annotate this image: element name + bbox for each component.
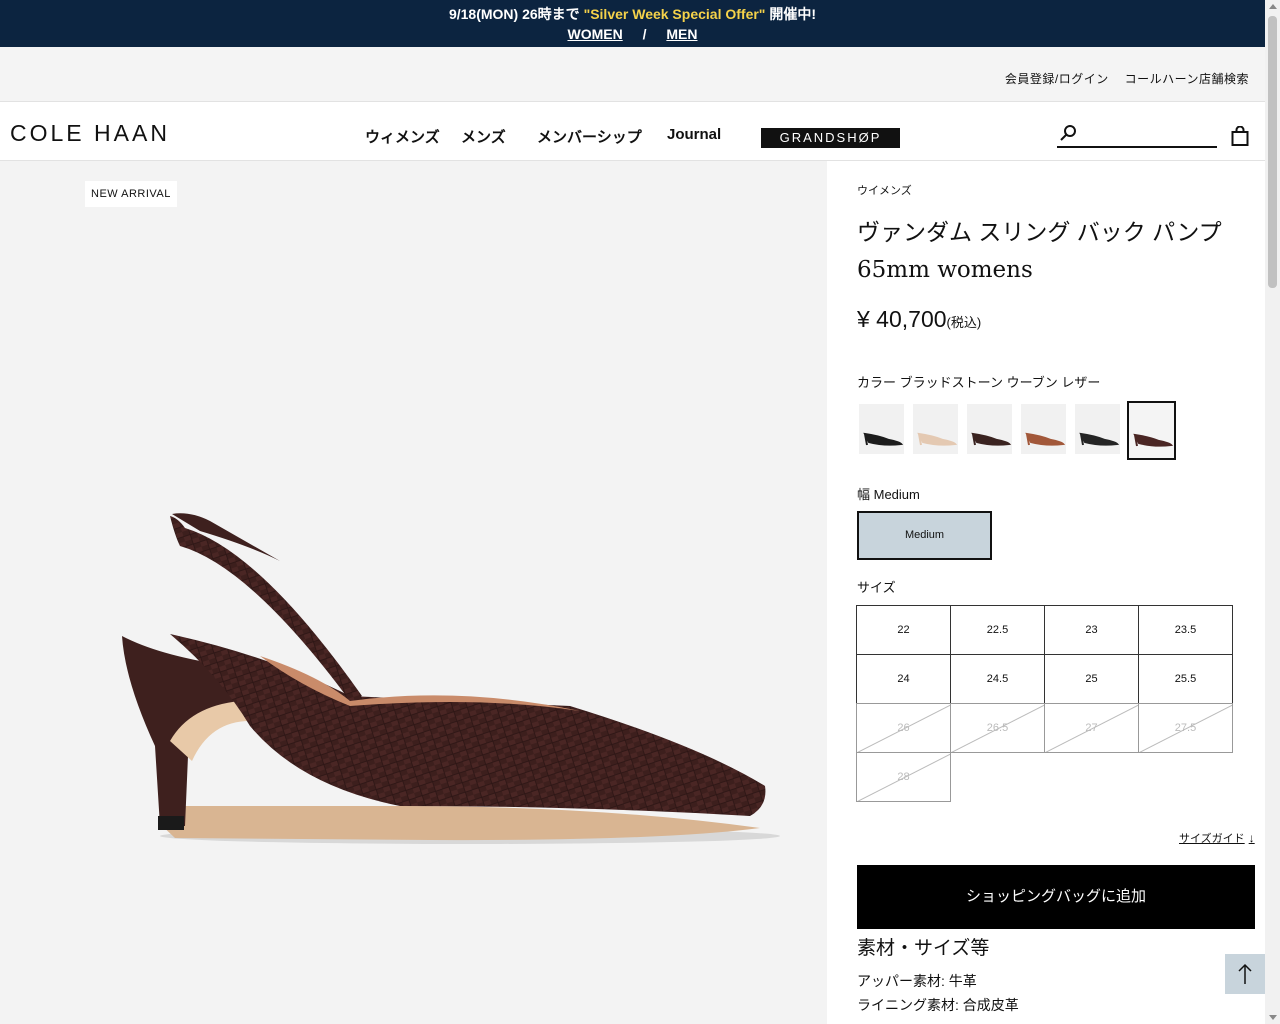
utility-bar: 会員登録/ログイン コールハーン店舗検索 (0, 47, 1265, 102)
size-option[interactable]: 25.5 (1138, 654, 1233, 704)
size-guide-label: サイズガイド (1179, 833, 1245, 845)
shoe-thumbnail-icon (1025, 432, 1066, 446)
color-swatch-dark-brown[interactable] (967, 404, 1012, 454)
size-option[interactable]: 23.5 (1138, 605, 1233, 655)
back-to-top-button[interactable] (1225, 954, 1265, 994)
search-input[interactable] (1081, 124, 1215, 144)
color-swatch-bloodstone[interactable] (1127, 401, 1176, 460)
size-option[interactable]: 24 (856, 654, 951, 704)
shoe-thumbnail-icon (917, 432, 958, 446)
site-header: COLE HAAN ウィメンズ メンズ メンバーシップ Journal GRAN… (0, 102, 1265, 161)
utility-links: 会員登録/ログイン コールハーン店舗検索 (993, 70, 1249, 87)
nav-journal[interactable]: Journal (667, 126, 721, 143)
shoe-thumbnail-icon (863, 432, 904, 446)
product-price: ¥ 40,700(税込) (857, 306, 981, 333)
materials-list: アッパー素材: 牛革 ライニング素材: 合成皮革 (857, 969, 1019, 1017)
promo-offer: "Silver Week Special Offer" (583, 6, 766, 22)
shoe-thumbnail-icon (1133, 433, 1174, 447)
color-swatch-black[interactable] (859, 404, 904, 454)
promo-date: 9/18(MON) 26時まで (448, 6, 580, 22)
width-option-medium[interactable]: Medium (857, 511, 992, 560)
size-option-unavailable: 28 (856, 752, 951, 802)
promo-banner: 9/18(MON) 26時まで "Silver Week Special Off… (0, 0, 1265, 47)
store-search-link[interactable]: コールハーン店舗検索 (1125, 72, 1249, 86)
shoe-thumbnail-icon (971, 432, 1012, 446)
add-to-bag-button[interactable]: ショッピングバッグに追加 (857, 865, 1255, 929)
search-icon[interactable] (1059, 124, 1077, 142)
width-label: 幅 Medium (857, 487, 920, 502)
login-link[interactable]: 会員登録/ログイン (1005, 72, 1109, 86)
promo-link-men[interactable]: MEN (666, 26, 697, 42)
material-item: ライニング素材: 合成皮革 (857, 997, 1019, 1013)
size-option-unavailable: 26 (856, 703, 951, 753)
nav-women[interactable]: ウィメンズ (365, 126, 440, 147)
size-option-unavailable: 27.5 (1138, 703, 1233, 753)
nav-membership[interactable]: メンバーシップ (537, 126, 642, 147)
scroll-thumb[interactable] (1268, 16, 1277, 288)
promo-suffix: 開催中! (769, 6, 817, 22)
product-image (122, 513, 780, 844)
size-option[interactable]: 23 (1044, 605, 1139, 655)
new-arrival-badge: NEW ARRIVAL (85, 181, 177, 207)
product-title-line2: 65mm womens (857, 257, 1033, 283)
color-label: カラー ブラッドストーン ウーブン レザー (857, 375, 1101, 390)
scroll-down-icon[interactable] (1269, 1015, 1277, 1020)
tax-note: (税込) (946, 315, 982, 330)
nav-men[interactable]: メンズ (461, 126, 506, 147)
product-title: ヴァンダム スリング バック パンプ 65mm womens (857, 213, 1237, 289)
promo-links: WOMEN / MEN (0, 26, 1265, 42)
size-option-unavailable: 26.5 (950, 703, 1045, 753)
size-option-unavailable: 27 (1044, 703, 1139, 753)
promo-separator: / (642, 26, 647, 42)
size-label: サイズ (857, 580, 896, 595)
product-title-line1: ヴァンダム スリング バック パンプ (857, 219, 1222, 245)
product-category[interactable]: ウイメンズ (857, 182, 912, 198)
price-value: ¥ 40,700 (857, 306, 947, 332)
color-swatch-beige[interactable] (913, 404, 958, 454)
product-info-panel: ウイメンズ ヴァンダム スリング バック パンプ 65mm womens ¥ 4… (827, 161, 1265, 1024)
brand-logo[interactable]: COLE HAAN (10, 120, 170, 147)
product-image-area[interactable]: NEW ARRIVAL (0, 161, 827, 1024)
color-swatch-tan[interactable] (1021, 404, 1066, 454)
material-item: アッパー素材: 牛革 (857, 973, 977, 989)
scroll-up-icon[interactable] (1269, 4, 1277, 9)
materials-title: 素材・サイズ等 (857, 938, 990, 959)
promo-text: 9/18(MON) 26時まで "Silver Week Special Off… (0, 4, 1265, 24)
arrow-up-icon (1238, 963, 1252, 984)
size-guide-link[interactable]: サイズガイド ↓ (1179, 830, 1255, 846)
shopping-bag-icon[interactable] (1231, 126, 1249, 146)
size-option[interactable]: 22.5 (950, 605, 1045, 655)
size-option[interactable]: 22 (856, 605, 951, 655)
color-swatch-black-leather[interactable] (1075, 404, 1120, 454)
page-scrollbar[interactable] (1265, 0, 1280, 1024)
grandshop-link[interactable]: GRANDSHØP (761, 128, 900, 148)
size-option[interactable]: 25 (1044, 654, 1139, 704)
size-option[interactable]: 24.5 (950, 654, 1045, 704)
promo-link-women[interactable]: WOMEN (567, 26, 622, 42)
search-box (1057, 122, 1217, 148)
arrow-down-icon: ↓ (1248, 831, 1255, 845)
shoe-thumbnail-icon (1079, 432, 1120, 446)
